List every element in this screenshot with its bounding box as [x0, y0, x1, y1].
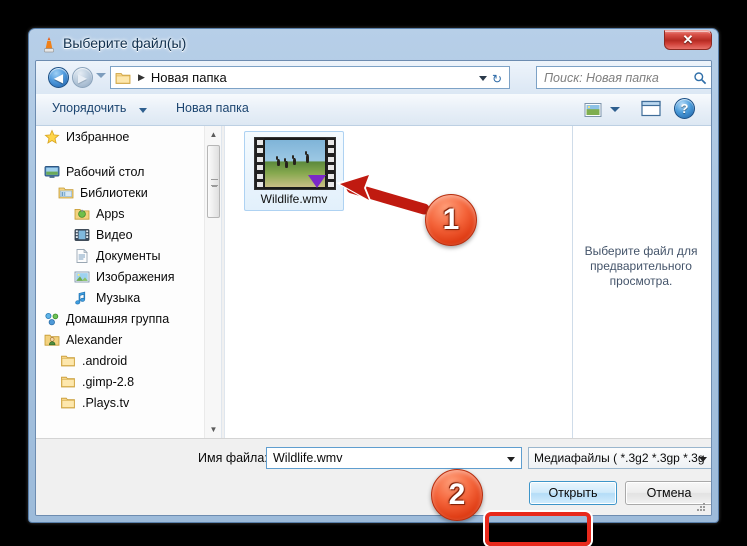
sidebar-item-label: Видео — [96, 227, 133, 242]
file-name-value: Wildlife.wmv — [273, 451, 343, 465]
vlc-cone-icon — [41, 36, 57, 53]
forward-arrow-icon[interactable]: ▶ — [72, 67, 93, 88]
sidebar-item-6[interactable]: Документы — [36, 245, 204, 266]
close-button[interactable]: ✕ — [664, 30, 712, 50]
sidebar-item-label: Apps — [96, 206, 125, 221]
video-library-icon — [74, 227, 90, 243]
scroll-down-arrow-icon[interactable]: ▼ — [205, 421, 221, 438]
file-list-view[interactable]: Wildlife.wmv — [226, 126, 573, 438]
file-picker-dialog: Выберите файл(ы) ✕ ◀ ▶ ▶ Новая папка ↻ П… — [28, 28, 719, 523]
open-button[interactable]: Открыть — [529, 481, 617, 505]
scroll-up-arrow-icon[interactable]: ▲ — [205, 126, 221, 143]
search-placeholder: Поиск: Новая папка — [544, 70, 659, 85]
chevron-down-icon[interactable] — [610, 107, 620, 112]
dialog-footer: Имя файла: Wildlife.wmv Медиафайлы ( *.3… — [36, 438, 711, 515]
sidebar-item-label: Документы — [96, 248, 161, 263]
chevron-down-icon[interactable] — [139, 108, 147, 113]
sidebar-item-label: Изображения — [96, 269, 175, 284]
sidebar-item-label: Библиотеки — [80, 185, 148, 200]
title-bar[interactable]: Выберите файл(ы) ✕ — [29, 29, 718, 60]
sidebar-item-12[interactable]: .gimp-2.8 — [36, 371, 204, 392]
sidebar-item-9[interactable]: Домашняя группа — [36, 308, 204, 329]
film-strip-left — [255, 138, 264, 189]
preview-message: Выберите файл для предварительного просм… — [584, 244, 698, 288]
address-bar[interactable]: ▶ Новая папка ↻ — [110, 66, 510, 89]
chevron-down-icon[interactable] — [96, 73, 106, 78]
star-icon — [44, 128, 60, 145]
sidebar-scrollbar[interactable]: ▲ ▼ — [204, 126, 221, 438]
sidebar-item-label: Избранное — [66, 129, 130, 144]
libraries-icon — [58, 185, 74, 201]
navigation-bar: ◀ ▶ ▶ Новая папка ↻ Поиск: Новая папка — [36, 61, 711, 94]
music-note-icon — [74, 290, 90, 306]
sidebar-item-7[interactable]: Изображения — [36, 266, 204, 287]
folder-icon — [60, 353, 76, 369]
chevron-down-icon[interactable] — [507, 457, 515, 462]
window-title: Выберите файл(ы) — [63, 35, 187, 51]
file-type-filter-value: Медиафайлы ( *.3g2 *.3gp *.3g — [534, 451, 705, 465]
back-arrow-icon[interactable]: ◀ — [48, 67, 69, 88]
desktop-icon — [44, 164, 60, 180]
sidebar-item-2[interactable]: Рабочий стол — [36, 161, 204, 182]
file-name-label: Wildlife.wmv — [260, 192, 328, 206]
preview-pane: Выберите файл для предварительного просм… — [573, 126, 711, 438]
navigation-sidebar: Избранное Рабочий стол Библиотеки Apps Видео… — [36, 126, 221, 438]
sidebar-item-label: .gimp-2.8 — [82, 374, 135, 389]
chevron-down-icon[interactable] — [479, 76, 487, 81]
video-thumbnail-icon — [254, 137, 336, 190]
search-icon — [693, 71, 707, 85]
sidebar-item-5[interactable]: Видео — [36, 224, 204, 245]
sidebar-item-label: .Plays.tv — [82, 395, 130, 410]
sidebar-item-8[interactable]: Музыка — [36, 287, 204, 308]
sidebar-item-label: Домашняя группа — [66, 311, 170, 326]
scrollbar-thumb[interactable] — [207, 145, 220, 218]
sidebar-splitter[interactable] — [221, 126, 225, 438]
film-strip-right — [326, 138, 335, 189]
refresh-icon[interactable]: ↻ — [488, 70, 506, 87]
dialog-body: Избранное Рабочий стол Библиотеки Apps Видео… — [36, 126, 711, 438]
folder-icon — [115, 71, 131, 85]
sidebar-item-label: Рабочий стол — [66, 164, 145, 179]
view-mode-icon[interactable] — [581, 98, 605, 121]
search-input[interactable]: Поиск: Новая папка — [536, 66, 711, 89]
preview-pane-icon[interactable] — [640, 99, 662, 119]
documents-icon — [74, 248, 90, 264]
forward-arrow-glyph: ▶ — [77, 70, 88, 85]
breadcrumb-separator: ▶ — [138, 72, 145, 82]
sidebar-item-label: .android — [82, 353, 128, 368]
command-toolbar: Упорядочить Новая папка ? — [36, 94, 711, 126]
pictures-icon — [74, 269, 90, 285]
sidebar-item-10[interactable]: Alexander — [36, 329, 204, 350]
resize-grip-icon[interactable] — [695, 500, 707, 512]
sidebar-item-label: Музыка — [96, 290, 141, 305]
sidebar-tree: Избранное Рабочий стол Библиотеки Apps Видео… — [36, 126, 204, 413]
help-icon[interactable]: ? — [674, 98, 695, 119]
organize-button[interactable]: Упорядочить — [52, 101, 126, 115]
folder-icon — [60, 374, 76, 390]
sidebar-item-11[interactable]: .android — [36, 350, 204, 371]
breadcrumb-path[interactable]: Новая папка — [151, 70, 227, 85]
file-name-input[interactable]: Wildlife.wmv — [266, 447, 522, 469]
homegroup-icon — [44, 311, 60, 327]
new-folder-button[interactable]: Новая папка — [176, 101, 249, 115]
user-folder-icon — [44, 332, 60, 348]
back-arrow-glyph: ◀ — [53, 70, 64, 85]
list-item[interactable]: Wildlife.wmv — [244, 131, 344, 211]
sidebar-item-13[interactable]: .Plays.tv — [36, 392, 204, 413]
apps-folder-icon — [74, 206, 90, 222]
wmp-badge-icon — [308, 175, 326, 188]
dialog-client-area: ◀ ▶ ▶ Новая папка ↻ Поиск: Новая папка У… — [35, 60, 712, 516]
file-name-field-label: Имя файла: — [198, 451, 268, 465]
folder-icon — [60, 395, 76, 411]
sidebar-item-3[interactable]: Библиотеки — [36, 182, 204, 203]
chevron-down-icon[interactable] — [699, 457, 707, 462]
sidebar-item-4[interactable]: Apps — [36, 203, 204, 224]
sidebar-item-label: Alexander — [66, 332, 123, 347]
sidebar-item-1[interactable]: Избранное — [36, 126, 204, 147]
file-type-filter-select[interactable]: Медиафайлы ( *.3g2 *.3gp *.3g — [528, 447, 711, 469]
